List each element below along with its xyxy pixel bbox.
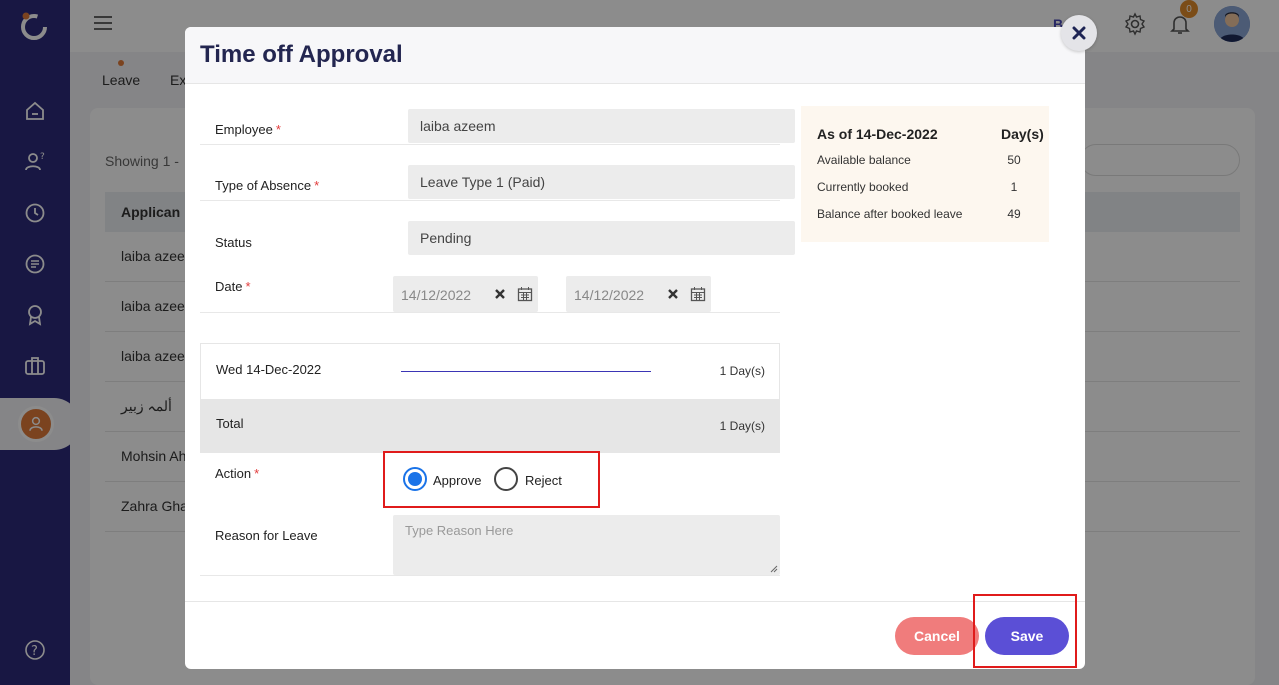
balance-label: Available balance [817,153,911,167]
absence-type-row: Type of Absence * Leave Type 1 (Paid) [200,165,795,201]
time-off-approval-modal: Time off Approval Employee * laiba azeem … [185,15,1097,669]
clear-date-icon[interactable] [493,287,507,301]
close-icon [1072,26,1086,40]
reason-label: Reason for Leave [215,528,318,543]
absence-type-field[interactable]: Leave Type 1 (Paid) [408,165,795,199]
date-from-field[interactable]: 14/12/2022 [393,276,538,312]
modal-header: Time off Approval [185,27,1085,84]
total-label: Total [216,416,244,431]
status-row: Status Pending [200,221,795,257]
date-from-value: 14/12/2022 [401,287,472,303]
status-field[interactable]: Pending [408,221,795,255]
day-duration: 1 Day(s) [719,364,765,378]
modal-footer-divider [185,601,1085,602]
date-to-value: 14/12/2022 [574,287,645,303]
balance-label: Balance after booked leave [817,207,963,221]
balance-days-header: Day(s) [1001,126,1044,142]
day-duration-line [401,371,651,372]
action-label: Action * [215,466,260,481]
approve-label[interactable]: Approve [433,473,481,488]
status-label: Status [215,235,252,250]
date-to-field[interactable]: 14/12/2022 [566,276,711,312]
save-highlight-box [973,594,1077,668]
modal-title: Time off Approval [200,41,403,68]
employee-field[interactable]: laiba azeem [408,109,795,143]
clear-date-icon[interactable] [666,287,680,301]
resize-handle-icon[interactable] [770,565,778,573]
absence-type-label: Type of Absence * [215,178,320,193]
reason-placeholder: Type Reason Here [405,523,514,538]
employee-label: Employee * [215,122,281,137]
date-label: Date * [215,279,251,294]
approve-radio[interactable] [403,467,427,491]
total-value: 1 Day(s) [719,419,765,433]
day-date: Wed 14-Dec-2022 [216,362,322,377]
reject-label[interactable]: Reject [525,473,562,488]
cancel-button[interactable]: Cancel [895,617,979,655]
balance-value: 1 [1010,180,1018,194]
total-row: Total 1 Day(s) [201,399,779,452]
date-row: Date * 14/12/2022 14/12/2022 [200,276,780,313]
employee-row: Employee * laiba azeem [200,109,795,145]
day-row: Wed 14-Dec-2022 1 Day(s) [201,344,779,399]
balance-value: 49 [1007,207,1021,221]
balance-value: 50 [1007,153,1021,167]
reason-textarea[interactable]: Type Reason Here [393,515,780,575]
balance-summary: As of 14-Dec-2022 Day(s) Available balan… [801,106,1049,242]
day-breakdown: Wed 14-Dec-2022 1 Day(s) Total 1 Day(s) [200,343,780,453]
divider [200,575,780,576]
close-button[interactable] [1061,15,1097,51]
calendar-icon[interactable] [517,286,533,302]
balance-date-header: As of 14-Dec-2022 [817,126,938,142]
reject-radio[interactable] [494,467,518,491]
balance-label: Currently booked [817,180,909,194]
calendar-icon[interactable] [690,286,706,302]
